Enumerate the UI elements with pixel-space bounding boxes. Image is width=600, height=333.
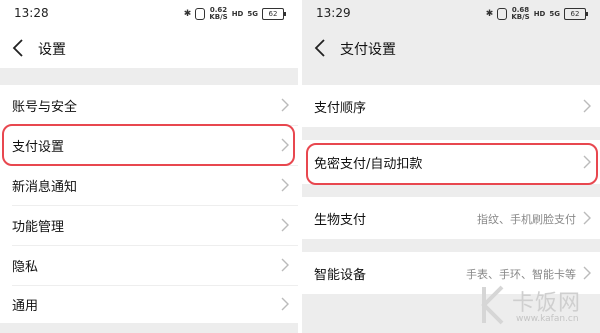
- status-time: 13:28: [14, 6, 49, 20]
- nfc-icon: [497, 8, 508, 20]
- list-item-label: 智能设备: [314, 268, 367, 283]
- bluetooth-icon: ✱: [183, 9, 192, 19]
- list-item-subtitle: 手表、手环、智能卡等: [466, 268, 576, 281]
- settings-screen: 13:28 ✱ 0.62 KB/S HD 5G 62 设置 账号与安全 支付设置 …: [0, 0, 298, 333]
- list-item-payment-order[interactable]: 支付顺序: [302, 85, 600, 127]
- status-bar: 13:29 ✱ 0.68 KB/S HD 5G 62: [302, 0, 600, 28]
- watermark-logo-icon: [481, 285, 504, 325]
- back-icon[interactable]: [11, 36, 25, 60]
- list-item-label: 隐私: [12, 260, 39, 275]
- status-icons: ✱ 0.68 KB/S HD 5G 62: [485, 6, 588, 21]
- battery-icon: 62: [262, 8, 286, 20]
- payment-settings-screen: 13:29 ✱ 0.68 KB/S HD 5G 62 支付设置 支付顺序 免密支付…: [302, 0, 600, 333]
- status-icons: ✱ 0.62 KB/S HD 5G 62: [183, 6, 286, 21]
- list-item-label: 生物支付: [314, 213, 367, 228]
- divider: [12, 245, 298, 246]
- network-speed: 0.62 KB/S: [209, 6, 228, 21]
- chevron-right-icon: [583, 211, 591, 225]
- divider: [12, 205, 298, 206]
- nfc-icon: [195, 8, 206, 20]
- chevron-right-icon: [281, 297, 289, 311]
- battery-icon: 62: [564, 8, 588, 20]
- page-title: 设置: [38, 42, 66, 58]
- list-item-label: 功能管理: [12, 220, 65, 235]
- signal-icon: 5G: [549, 10, 560, 18]
- list-item-subtitle: 指纹、手机刷脸支付: [477, 213, 576, 226]
- page-title: 支付设置: [340, 42, 396, 58]
- chevron-right-icon: [281, 98, 289, 112]
- highlight-box: [306, 143, 598, 185]
- header: 支付设置: [302, 28, 600, 68]
- chevron-right-icon: [583, 266, 591, 280]
- bluetooth-icon: ✱: [485, 9, 494, 19]
- chevron-right-icon: [583, 99, 591, 113]
- header: 设置: [0, 28, 298, 68]
- network-speed: 0.68 KB/S: [511, 6, 530, 21]
- list-item-features[interactable]: 功能管理: [0, 205, 298, 245]
- watermark-text: 卡饭网: [512, 291, 582, 316]
- list-item-privacy[interactable]: 隐私: [0, 245, 298, 285]
- status-bar: 13:28 ✱ 0.62 KB/S HD 5G 62: [0, 0, 298, 28]
- list-item-general[interactable]: 通用: [0, 285, 298, 323]
- watermark-url: www.kafan.cn: [516, 314, 579, 324]
- chevron-right-icon: [281, 218, 289, 232]
- list-item-label: 通用: [12, 299, 39, 314]
- chevron-right-icon: [281, 258, 289, 272]
- list-item-label: 新消息通知: [12, 180, 78, 195]
- divider: [12, 285, 298, 286]
- hd-icon: HD: [533, 10, 546, 18]
- list-item-label: 支付顺序: [314, 101, 367, 116]
- list-item-biometric-payment[interactable]: 生物支付 指纹、手机刷脸支付: [302, 197, 600, 239]
- hd-icon: HD: [231, 10, 244, 18]
- list-item-notifications[interactable]: 新消息通知: [0, 165, 298, 205]
- back-icon[interactable]: [313, 36, 327, 60]
- highlight-box: [2, 124, 295, 166]
- signal-icon: 5G: [247, 10, 258, 18]
- chevron-right-icon: [281, 178, 289, 192]
- list-item-account-security[interactable]: 账号与安全: [0, 85, 298, 125]
- list-item-label: 账号与安全: [12, 100, 78, 115]
- status-time: 13:29: [316, 6, 351, 20]
